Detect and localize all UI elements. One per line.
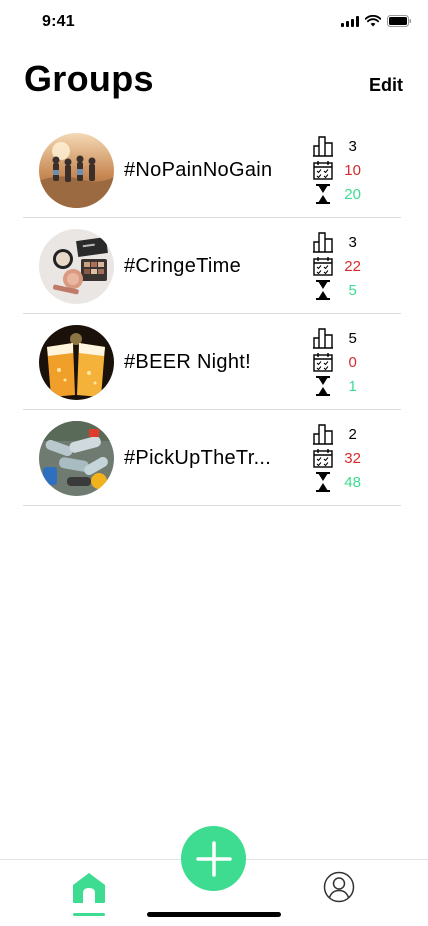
members-icon <box>312 327 333 349</box>
members-icon <box>312 423 333 445</box>
group-row[interactable]: #PickUpTheTr... 2 32 48 <box>0 410 428 506</box>
status-icons <box>341 15 412 27</box>
add-group-button[interactable] <box>181 826 246 891</box>
calendar-icon <box>312 351 333 373</box>
group-avatar <box>39 229 114 304</box>
status-bar: 9:41 <box>0 0 428 44</box>
days-count: 32 <box>344 449 361 467</box>
members-count: 5 <box>348 329 357 347</box>
members-icon <box>312 135 333 157</box>
tab-profile[interactable] <box>323 871 355 903</box>
group-stats: 3 10 20 <box>312 134 372 206</box>
hourglass-icon <box>312 279 333 301</box>
members-count: 3 <box>348 233 357 251</box>
group-avatar <box>39 325 114 400</box>
group-stats: 5 0 1 <box>312 326 372 398</box>
time-count: 20 <box>344 185 361 203</box>
group-list: #NoPainNoGain 3 10 20 #CringeTime 3 22 5… <box>0 122 428 506</box>
members-count: 2 <box>348 425 357 443</box>
group-row[interactable]: #NoPainNoGain 3 10 20 <box>0 122 428 218</box>
hourglass-icon <box>312 183 333 205</box>
time-count: 1 <box>348 377 357 395</box>
plus-icon <box>195 840 232 877</box>
signal-icon <box>341 15 359 27</box>
group-row[interactable]: #BEER Night! 5 0 1 <box>0 314 428 410</box>
days-count: 22 <box>344 257 361 275</box>
group-row[interactable]: #CringeTime 3 22 5 <box>0 218 428 314</box>
group-avatar <box>39 133 114 208</box>
home-icon <box>73 873 105 903</box>
group-name: #BEER Night! <box>124 351 251 373</box>
members-count: 3 <box>348 137 357 155</box>
group-name: #NoPainNoGain <box>124 159 273 181</box>
system-home-indicator <box>147 912 281 917</box>
header: Groups Edit <box>0 58 428 108</box>
edit-button[interactable]: Edit <box>369 75 403 96</box>
battery-icon <box>387 15 412 27</box>
hourglass-icon <box>312 471 333 493</box>
profile-icon <box>323 871 355 903</box>
group-name: #PickUpTheTr... <box>124 447 272 469</box>
active-tab-indicator <box>73 913 105 916</box>
days-count: 10 <box>344 161 361 179</box>
page-title: Groups <box>24 58 154 99</box>
calendar-icon <box>312 447 333 469</box>
group-name: #CringeTime <box>124 255 242 277</box>
time-count: 48 <box>344 473 361 491</box>
hourglass-icon <box>312 375 333 397</box>
status-time: 9:41 <box>42 13 75 30</box>
time-count: 5 <box>348 281 357 299</box>
members-icon <box>312 231 333 253</box>
group-avatar <box>39 421 114 496</box>
days-count: 0 <box>348 353 357 371</box>
calendar-icon <box>312 159 333 181</box>
divider <box>23 505 401 506</box>
group-stats: 3 22 5 <box>312 230 372 302</box>
group-stats: 2 32 48 <box>312 422 372 494</box>
calendar-icon <box>312 255 333 277</box>
wifi-icon <box>365 15 381 27</box>
tab-home[interactable] <box>71 870 107 918</box>
